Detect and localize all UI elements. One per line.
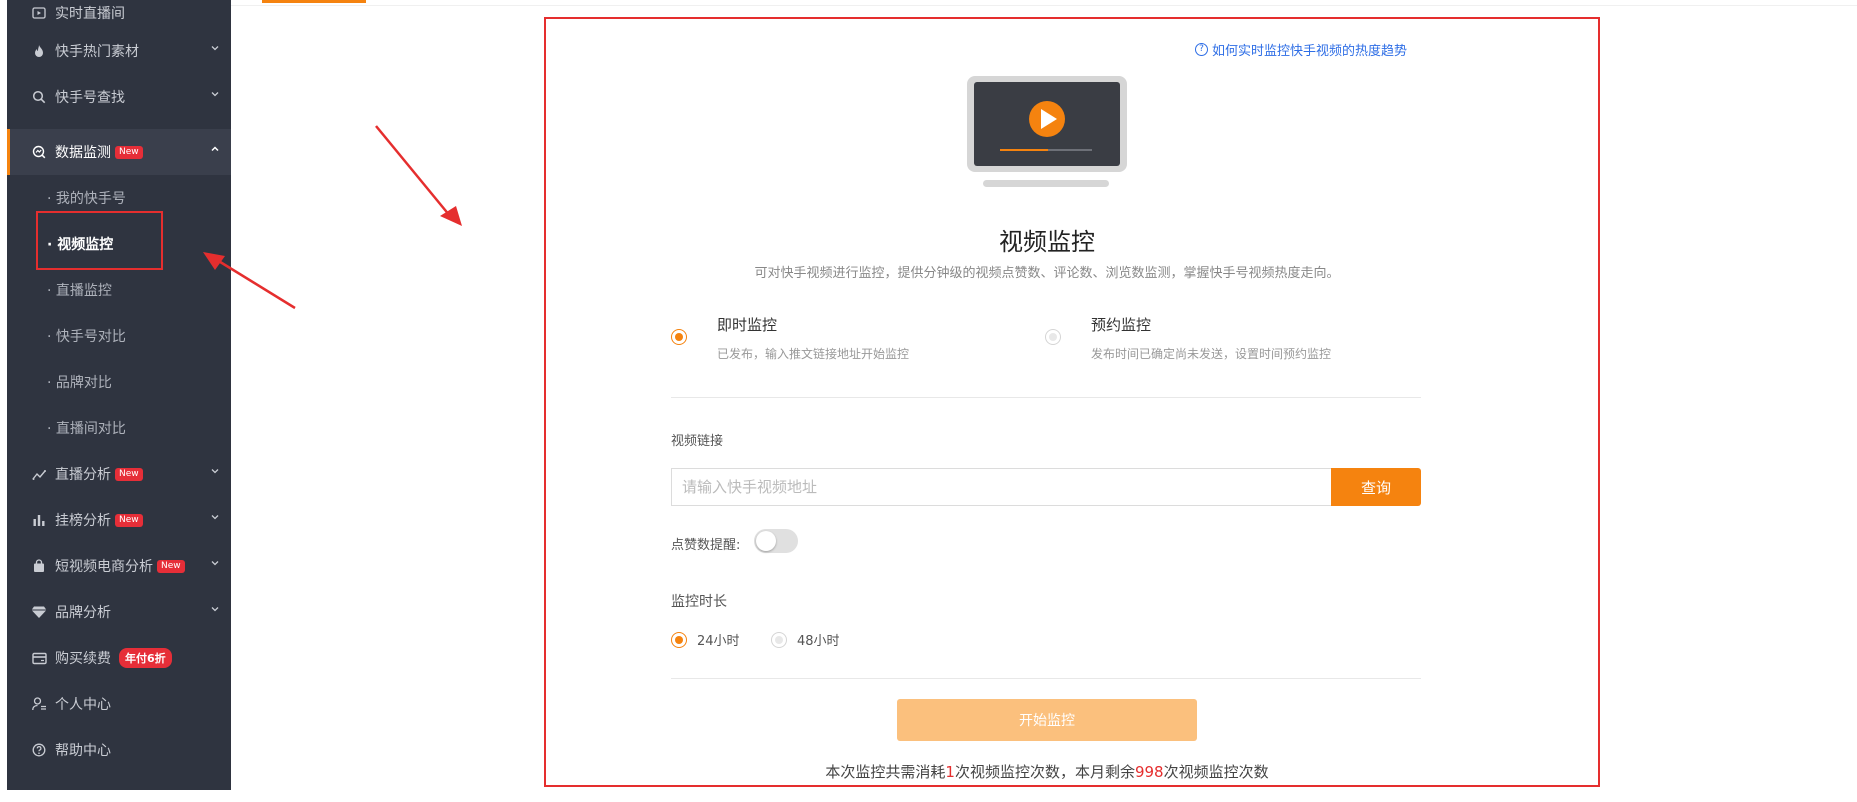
divider xyxy=(671,397,1421,398)
sidebar-subitem-label: · 直播监控 xyxy=(47,283,112,299)
sidebar-item-hot-material[interactable]: 快手热门素材 xyxy=(7,28,231,74)
duration-24h[interactable]: 24小时 xyxy=(671,630,740,649)
sidebar-item-label: 直播分析 xyxy=(55,467,111,483)
sidebar-subitem-label: · 品牌对比 xyxy=(47,375,112,391)
chevron-down-icon xyxy=(211,46,219,51)
start-monitor-button[interactable]: 开始监控 xyxy=(897,699,1197,741)
chevron-down-icon xyxy=(211,515,219,520)
chevron-down-icon xyxy=(211,92,219,97)
sidebar-item-label: 挂榜分析 xyxy=(55,513,111,529)
annotation-arrow-left-icon xyxy=(203,252,296,310)
chevron-down-icon xyxy=(211,469,219,474)
sidebar-subitem-label: · 我的快手号 xyxy=(47,191,126,207)
annotation-box-sidebar xyxy=(36,211,163,270)
user-icon xyxy=(29,695,49,713)
sidebar-item-personal-center[interactable]: 个人中心 xyxy=(7,681,231,727)
sidebar-item-label: 数据监测 xyxy=(55,145,111,161)
shopping-bag-icon xyxy=(29,557,49,575)
sidebar-item-account-search[interactable]: 快手号查找 xyxy=(7,74,231,120)
usage-note-mid: 次视频监控次数，本月剩余 xyxy=(954,763,1135,781)
discount-badge: 年付6折 xyxy=(119,648,172,668)
help-link-text: 如何实时监控快手视频的热度趋势 xyxy=(1212,44,1408,59)
bar-icon xyxy=(29,511,49,529)
trend-icon xyxy=(29,465,49,483)
diamond-icon xyxy=(29,603,49,621)
usage-note: 本次监控共需消耗1次视频监控次数，本月剩余998次视频监控次数 xyxy=(680,761,1414,782)
sidebar-item-label: 帮助中心 xyxy=(55,743,111,759)
help-link[interactable]: ? 如何实时监控快手视频的热度趋势 xyxy=(1195,40,1407,59)
monitor-icon xyxy=(29,143,49,161)
top-bar xyxy=(231,0,1857,6)
query-button[interactable]: 查询 xyxy=(1331,468,1421,506)
usage-remaining: 998 xyxy=(1134,763,1164,781)
video-url-input[interactable] xyxy=(671,468,1331,506)
sidebar-item-live-analysis[interactable]: 直播分析 New xyxy=(7,451,231,497)
sidebar-item-label: 购买续费 xyxy=(55,651,111,667)
duration-48h[interactable]: 48小时 xyxy=(771,630,840,649)
video-monitor-illustration xyxy=(967,76,1127,187)
mode-title: 预约监控 xyxy=(1091,316,1152,334)
sidebar-item-label: 个人中心 xyxy=(55,697,111,713)
sidebar-subitem-label: · 直播间对比 xyxy=(47,421,126,437)
sidebar-item-rank-analysis[interactable]: 挂榜分析 New xyxy=(7,497,231,543)
sidebar-item-label: 快手热门素材 xyxy=(55,44,139,60)
sidebar-subitem-live-room-compare[interactable]: · 直播间对比 xyxy=(7,405,231,451)
sidebar: 实时直播间 快手热门素材 快手号查找 数据监测 New · 我的快手号 · 视频… xyxy=(7,0,231,790)
duration-option-label: 48小时 xyxy=(797,634,840,649)
sidebar-item-data-monitor[interactable]: 数据监测 New xyxy=(7,129,231,175)
radio-24h[interactable] xyxy=(671,631,687,648)
divider xyxy=(671,678,1421,679)
duration-label: 监控时长 xyxy=(671,594,727,610)
mode-title: 即时监控 xyxy=(717,316,778,334)
active-tab-indicator xyxy=(262,0,366,3)
sidebar-item-brand-analysis[interactable]: 品牌分析 xyxy=(7,589,231,635)
radio-instant[interactable] xyxy=(671,329,687,345)
sidebar-subitem-account-compare[interactable]: · 快手号对比 xyxy=(7,313,231,359)
annotation-arrow-right-icon xyxy=(375,125,462,226)
radio-scheduled[interactable] xyxy=(1045,329,1061,345)
duration-option-label: 24小时 xyxy=(697,634,740,649)
sidebar-item-label: 实时直播间 xyxy=(55,6,125,22)
page-subtitle: 可对快手视频进行监控，提供分钟级的视频点赞数、评论数、浏览数监测，掌握快手号视频… xyxy=(754,266,1340,281)
like-alert-label: 点赞数提醒: xyxy=(671,538,741,553)
sidebar-item-help-center[interactable]: 帮助中心 xyxy=(7,727,231,773)
usage-cost: 1 xyxy=(945,763,955,781)
question-circle-icon: ? xyxy=(1195,43,1208,56)
mode-desc: 发布时间已确定尚未发送，设置时间预约监控 xyxy=(1091,347,1332,361)
sidebar-subitem-label: · 快手号对比 xyxy=(47,329,126,345)
new-badge: New xyxy=(115,145,143,159)
help-icon xyxy=(29,741,49,759)
video-link-label: 视频链接 xyxy=(671,434,724,449)
sidebar-item-label: 短视频电商分析 xyxy=(55,559,153,575)
radio-48h[interactable] xyxy=(771,631,787,648)
search-icon xyxy=(29,88,49,106)
chevron-down-icon xyxy=(211,607,219,612)
mode-desc: 已发布，输入推文链接地址开始监控 xyxy=(717,347,910,361)
chevron-down-icon xyxy=(211,561,219,566)
sidebar-item-label: 品牌分析 xyxy=(55,605,111,621)
new-badge: New xyxy=(115,467,143,481)
usage-note-suffix: 次视频监控次数 xyxy=(1163,763,1269,781)
chevron-up-icon xyxy=(211,146,219,152)
card-icon xyxy=(29,649,49,667)
sidebar-item-ecommerce-analysis[interactable]: 短视频电商分析 New xyxy=(7,543,231,589)
sidebar-subitem-brand-compare[interactable]: · 品牌对比 xyxy=(7,359,231,405)
like-alert-toggle[interactable] xyxy=(754,529,798,553)
usage-note-prefix: 本次监控共需消耗 xyxy=(825,763,946,781)
sidebar-item-purchase[interactable]: 购买续费 年付6折 xyxy=(7,635,231,681)
sidebar-item-label: 快手号查找 xyxy=(55,90,125,106)
fire-icon xyxy=(29,42,49,60)
new-badge: New xyxy=(115,513,143,527)
new-badge: New xyxy=(157,559,185,573)
live-room-icon xyxy=(29,4,49,22)
page-title: 视频监控 xyxy=(999,228,1095,256)
